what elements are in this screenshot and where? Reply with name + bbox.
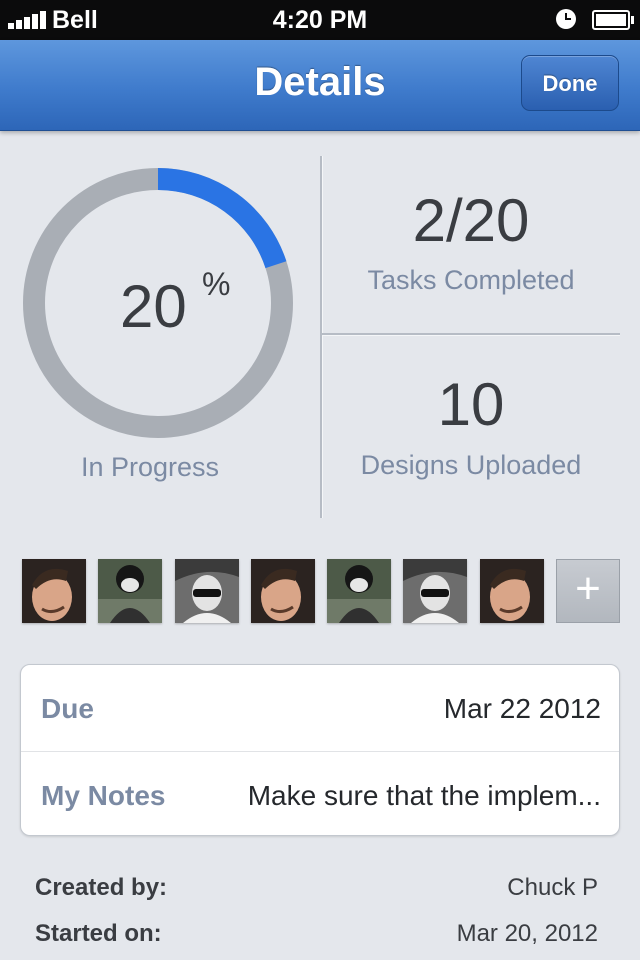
started-on-label: Started on:	[35, 920, 162, 947]
person-sunglasses-icon	[403, 559, 467, 623]
notes-row[interactable]: My Notes Make sure that the implem...	[21, 752, 619, 837]
avatar[interactable]	[251, 559, 315, 623]
navigation-bar: Details Done	[0, 40, 640, 131]
person-smiling-icon	[480, 559, 544, 623]
person-smiling-icon	[22, 559, 86, 623]
created-by-value: Chuck P	[507, 874, 598, 901]
progress-percent-sign: %	[202, 266, 231, 302]
due-label: Due	[41, 693, 94, 724]
notes-label: My Notes	[41, 780, 166, 811]
horizontal-divider	[322, 333, 620, 335]
tasks-completed-label: Tasks Completed	[367, 265, 575, 295]
created-by-label: Created by:	[35, 874, 168, 901]
person-helmet-icon	[98, 559, 162, 623]
avatar[interactable]	[327, 559, 391, 623]
details-card: Due Mar 22 2012 My Notes Make sure that …	[20, 664, 620, 836]
due-value: Mar 22 2012	[443, 693, 601, 724]
tasks-completed-value: 2/20	[412, 187, 530, 254]
started-on-value: Mar 20, 2012	[456, 920, 598, 947]
status-time: 4:20 PM	[272, 6, 368, 34]
person-smiling-icon	[251, 559, 315, 623]
avatar[interactable]	[98, 559, 162, 623]
avatar[interactable]	[22, 559, 86, 623]
due-row[interactable]: Due Mar 22 2012	[21, 665, 619, 750]
avatar[interactable]	[403, 559, 467, 623]
avatar[interactable]	[480, 559, 544, 623]
person-helmet-icon	[327, 559, 391, 623]
person-sunglasses-icon	[175, 559, 239, 623]
progress-status-label: In Progress	[80, 452, 220, 482]
plus-icon: +	[575, 564, 601, 613]
orientation-lock-icon	[556, 9, 576, 29]
done-button[interactable]: Done	[521, 55, 619, 111]
status-bar: Bell 4:20 PM	[0, 0, 640, 40]
battery-icon	[592, 10, 634, 30]
progress-ring-fill	[157, 168, 287, 269]
designs-uploaded-value: 10	[437, 371, 505, 438]
notes-value: Make sure that the implem...	[247, 780, 601, 811]
avatar[interactable]	[175, 559, 239, 623]
designs-uploaded-label: Designs Uploaded	[360, 450, 582, 480]
add-member-button[interactable]: +	[556, 559, 620, 623]
progress-percent-value: 20	[120, 273, 187, 340]
